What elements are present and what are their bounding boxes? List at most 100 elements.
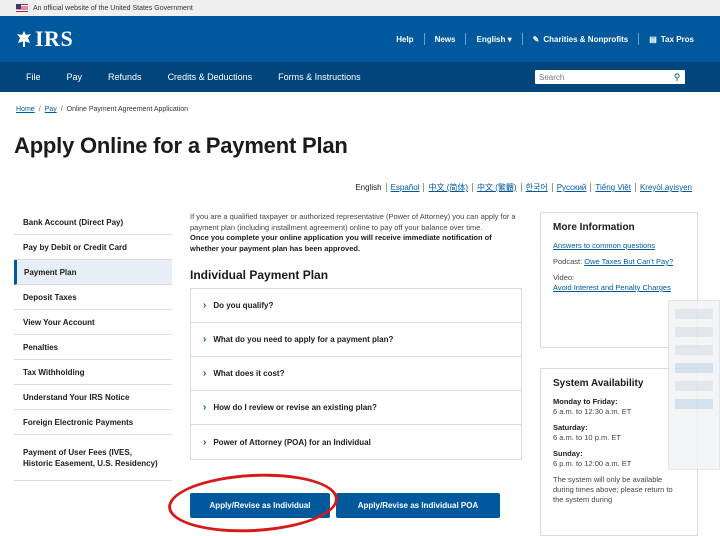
nav-file[interactable]: File bbox=[26, 72, 41, 82]
sidebar-nav: Bank Account (Direct Pay) Pay by Debit o… bbox=[14, 210, 172, 481]
news-link[interactable]: News bbox=[425, 35, 466, 44]
accordion-label: How do I review or revise an existing pl… bbox=[213, 403, 377, 412]
us-flag-icon bbox=[16, 4, 28, 12]
main-content: If you are a qualified taxpayer or autho… bbox=[190, 212, 522, 460]
sidebar-item-irs-notice[interactable]: Understand Your IRS Notice bbox=[14, 385, 172, 410]
lang-chinese-simplified[interactable]: 中文 (简体) bbox=[423, 183, 472, 192]
sidebar-item-view-account[interactable]: View Your Account bbox=[14, 310, 172, 335]
nav-refunds[interactable]: Refunds bbox=[108, 72, 142, 82]
faded-overlay-panel bbox=[668, 300, 720, 470]
availability-hours: 6 p.m. to 12:00 a.m. ET bbox=[553, 459, 632, 468]
search-input[interactable] bbox=[539, 72, 664, 82]
chevron-right-icon: › bbox=[203, 300, 207, 311]
lang-chinese-traditional[interactable]: 中文 (繁體) bbox=[472, 183, 521, 192]
sidebar-item-deposit-taxes[interactable]: Deposit Taxes bbox=[14, 285, 172, 310]
irs-logo[interactable]: IRS bbox=[16, 26, 73, 52]
lang-english: English bbox=[355, 183, 382, 192]
intro-paragraph: If you are a qualified taxpayer or autho… bbox=[190, 212, 516, 232]
language-selector[interactable]: English ▾ bbox=[466, 35, 521, 44]
accordion: › Do you qualify? › What do you need to ap… bbox=[190, 288, 522, 460]
video-label: Video: bbox=[553, 273, 575, 282]
gov-banner: An official website of the United States… bbox=[0, 0, 720, 16]
sidebar-item-direct-pay[interactable]: Bank Account (Direct Pay) bbox=[14, 210, 172, 235]
main-nav: File Pay Refunds Credits & Deductions Fo… bbox=[0, 62, 720, 92]
search-box: ⚲ bbox=[535, 70, 685, 84]
accordion-item-what-needed[interactable]: › What do you need to apply for a payment… bbox=[191, 323, 521, 357]
tax-pros-label: Tax Pros bbox=[660, 34, 694, 44]
charities-link[interactable]: ✎ Charities & Nonprofits bbox=[523, 35, 639, 44]
podcast-link[interactable]: Owe Taxes But Can't Pay? bbox=[584, 257, 673, 266]
help-link[interactable]: Help bbox=[386, 35, 423, 44]
common-questions-link[interactable]: Answers to common questions bbox=[553, 241, 655, 250]
site-header: IRS Help News English ▾ ✎ Charities & Non… bbox=[0, 16, 720, 62]
chevron-right-icon: › bbox=[203, 402, 207, 413]
sidebar-item-tax-withholding[interactable]: Tax Withholding bbox=[14, 360, 172, 385]
breadcrumb-separator: / bbox=[60, 106, 63, 113]
availability-note: The system will only be available during… bbox=[553, 475, 673, 504]
availability-title: System Availability bbox=[553, 378, 644, 389]
more-info-title: More Information bbox=[553, 222, 635, 233]
placeholder-bar bbox=[675, 327, 713, 337]
availability-day: Saturday: bbox=[553, 423, 588, 432]
lang-vietnamese[interactable]: Tiếng Việt bbox=[590, 183, 635, 192]
action-buttons: Apply/Revise as Individual Apply/Revise … bbox=[190, 493, 500, 518]
sidebar-item-payment-plan[interactable]: Payment Plan bbox=[14, 260, 172, 285]
lang-haitian-creole[interactable]: Kreyòl ayisyen bbox=[634, 183, 696, 192]
utility-nav: Help News English ▾ ✎ Charities & Nonprof… bbox=[386, 33, 704, 45]
nav-credits-deductions[interactable]: Credits & Deductions bbox=[168, 72, 253, 82]
lang-korean[interactable]: 한국어 bbox=[520, 183, 552, 192]
search-icon[interactable]: ⚲ bbox=[672, 72, 682, 82]
video-link[interactable]: Avoid Interest and Penalty Charges bbox=[553, 283, 671, 292]
chevron-down-icon: ▾ bbox=[507, 34, 512, 44]
placeholder-bar bbox=[675, 309, 713, 319]
intro-bold: Once you complete your online applicatio… bbox=[190, 233, 492, 253]
language-label: English bbox=[476, 34, 506, 44]
accordion-item-review-revise[interactable]: › How do I review or revise an existing p… bbox=[191, 391, 521, 425]
accordion-label: Power of Attorney (POA) for an Individua… bbox=[213, 437, 371, 447]
logo-text: IRS bbox=[35, 26, 74, 51]
section-title: Individual Payment Plan bbox=[190, 268, 329, 282]
placeholder-bar bbox=[675, 381, 713, 391]
document-icon: ▤ bbox=[649, 34, 657, 44]
accordion-item-qualify[interactable]: › Do you qualify? bbox=[191, 289, 521, 323]
gov-banner-text: An official website of the United States… bbox=[33, 4, 193, 12]
availability-hours: 6 a.m. to 10 p.m. ET bbox=[553, 433, 621, 442]
breadcrumb-current: Online Payment Agreement Application bbox=[66, 106, 189, 113]
sidebar-item-penalties[interactable]: Penalties bbox=[14, 335, 172, 360]
charities-label: Charities & Nonprofits bbox=[543, 34, 629, 44]
apply-individual-button[interactable]: Apply/Revise as Individual bbox=[190, 493, 330, 518]
placeholder-bar bbox=[675, 363, 713, 373]
lang-spanish[interactable]: Español bbox=[385, 183, 424, 192]
nav-pay[interactable]: Pay bbox=[67, 72, 83, 82]
placeholder-bar bbox=[675, 399, 713, 409]
accordion-item-cost[interactable]: › What does it cost? bbox=[191, 357, 521, 391]
handshake-icon: ✎ bbox=[532, 34, 540, 44]
podcast-label: Podcast: bbox=[553, 257, 583, 266]
chevron-right-icon: › bbox=[203, 334, 207, 345]
sidebar-item-foreign-payments[interactable]: Foreign Electronic Payments bbox=[14, 410, 172, 435]
placeholder-bar bbox=[675, 345, 713, 355]
availability-hours: 6 a.m. to 12:30 a.m. ET bbox=[553, 407, 632, 416]
accordion-label: Do you qualify? bbox=[213, 301, 274, 310]
breadcrumb-separator: / bbox=[38, 106, 41, 113]
page-title: Apply Online for a Payment Plan bbox=[14, 133, 348, 158]
availability-day: Sunday: bbox=[553, 449, 583, 458]
nav-forms-instructions[interactable]: Forms & Instructions bbox=[278, 72, 361, 82]
breadcrumb-pay[interactable]: Pay bbox=[45, 106, 57, 113]
apply-individual-poa-button[interactable]: Apply/Revise as Individual POA bbox=[336, 493, 500, 518]
breadcrumb-home[interactable]: Home bbox=[16, 106, 35, 113]
accordion-label: What does it cost? bbox=[213, 369, 285, 378]
breadcrumb: Home / Pay / Online Payment Agreement Applic… bbox=[16, 106, 188, 113]
accordion-label: What do you need to apply for a payment … bbox=[213, 335, 394, 344]
chevron-right-icon: › bbox=[203, 368, 207, 379]
language-links: English Español 中文 (简体) 中文 (繁體) 한국어 Русс… bbox=[351, 183, 696, 192]
eagle-icon bbox=[16, 30, 32, 48]
tax-pros-link[interactable]: ▤ Tax Pros bbox=[639, 35, 704, 44]
accordion-item-poa[interactable]: › Power of Attorney (POA) for an Individu… bbox=[191, 425, 521, 459]
availability-day: Monday to Friday: bbox=[553, 397, 618, 406]
sidebar-item-user-fees[interactable]: Payment of User Fees (IVES, Historic Eas… bbox=[14, 435, 172, 481]
intro-text: If you are a qualified taxpayer or autho… bbox=[190, 212, 522, 254]
lang-russian[interactable]: Русский bbox=[551, 183, 591, 192]
sidebar-item-debit-credit[interactable]: Pay by Debit or Credit Card bbox=[14, 235, 172, 260]
chevron-right-icon: › bbox=[203, 436, 207, 448]
